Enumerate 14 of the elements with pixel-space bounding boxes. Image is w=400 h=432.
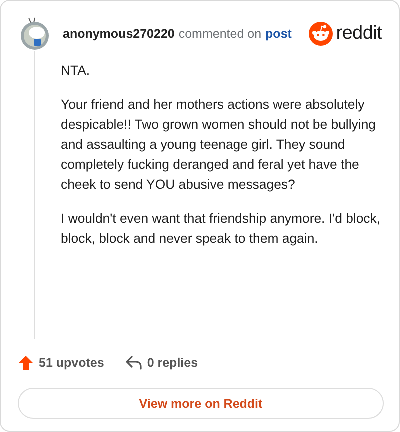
comment-paragraph: NTA. xyxy=(61,62,92,80)
upvote-icon[interactable] xyxy=(18,355,34,371)
username[interactable]: anonymous270220 xyxy=(63,27,175,41)
action-text: commented on xyxy=(178,27,262,41)
avatar-icon xyxy=(20,17,50,51)
view-more-button[interactable]: View more on Reddit xyxy=(18,388,384,419)
comment-paragraph: Your friend and her mothers actions were absolutely despicable!! Two grown women should not be bullying and assaulting a young teenage girl. They sound completely fucking deranged and feral yet have the cheek to send YOU abusive messages? xyxy=(61,96,377,194)
reply-count: 0 replies xyxy=(147,356,198,370)
reply-icon[interactable] xyxy=(126,356,142,370)
post-link[interactable]: post xyxy=(266,27,292,41)
upvote-count: 51 upvotes xyxy=(39,356,104,370)
comment-paragraph: I wouldn't even want that friendship anymore. I'd block, block, block and never speak to them again. xyxy=(61,210,381,248)
reddit-logo-icon xyxy=(309,22,334,46)
brand-wordmark: reddit xyxy=(336,23,382,45)
